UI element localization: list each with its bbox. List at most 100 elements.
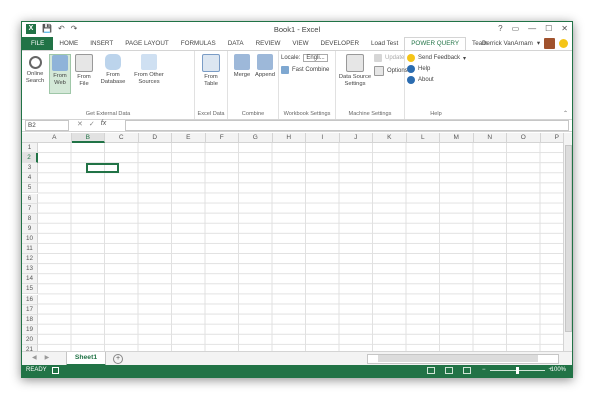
row-header[interactable]: 6 xyxy=(22,193,38,204)
column-header[interactable]: E xyxy=(172,133,206,143)
row-header[interactable]: 8 xyxy=(22,213,38,224)
row-header[interactable]: 9 xyxy=(22,223,38,234)
merge-button[interactable]: Merge xyxy=(231,54,253,79)
prev-sheet-icon[interactable]: ◀ xyxy=(32,354,37,361)
row-header[interactable]: 1 xyxy=(22,143,38,154)
page-break-view-icon[interactable] xyxy=(463,367,471,374)
column-header[interactable]: G xyxy=(239,133,273,143)
page-layout-view-icon[interactable] xyxy=(445,367,453,374)
column-header[interactable]: L xyxy=(406,133,440,143)
from-file-button[interactable]: From File xyxy=(72,54,96,88)
row-header[interactable]: 4 xyxy=(22,173,38,184)
tab-file[interactable]: FILE xyxy=(22,37,54,50)
tab-load-test[interactable]: Load Test xyxy=(365,37,404,50)
next-sheet-icon[interactable]: ▶ xyxy=(45,354,50,361)
zoom-out-button[interactable]: − xyxy=(482,367,486,373)
column-header[interactable]: K xyxy=(373,133,407,143)
column-header[interactable]: B xyxy=(71,133,105,143)
locale-dropdown[interactable]: Engli... xyxy=(303,54,328,62)
enter-icon[interactable]: ✓ xyxy=(89,120,95,128)
row-header[interactable]: 20 xyxy=(22,334,38,345)
row-header[interactable]: 10 xyxy=(22,233,38,244)
chevron-down-icon[interactable]: ▾ xyxy=(537,40,540,47)
zoom-level[interactable]: 100% xyxy=(551,367,566,373)
row-header[interactable]: 3 xyxy=(22,163,38,174)
column-header[interactable]: A xyxy=(38,133,72,143)
append-button[interactable]: Append xyxy=(254,54,276,79)
cancel-icon[interactable]: ✕ xyxy=(77,120,83,128)
column-header[interactable]: C xyxy=(105,133,139,143)
vertical-scroll-thumb[interactable] xyxy=(565,145,572,332)
horizontal-scrollbar[interactable] xyxy=(367,354,559,364)
select-all-corner[interactable] xyxy=(22,133,39,143)
row-header[interactable]: 7 xyxy=(22,203,38,214)
row-header[interactable]: 15 xyxy=(22,284,38,295)
row-header[interactable]: 16 xyxy=(22,294,38,305)
horizontal-scroll-thumb[interactable] xyxy=(378,355,538,362)
avatar[interactable] xyxy=(544,38,555,49)
formula-input[interactable] xyxy=(125,120,569,131)
cell-area[interactable] xyxy=(38,143,564,351)
column-header[interactable]: I xyxy=(306,133,340,143)
column-header[interactable]: O xyxy=(507,133,541,143)
zoom-slider[interactable]: − + xyxy=(482,366,552,374)
about-button[interactable]: About xyxy=(407,76,434,84)
row-header[interactable]: 17 xyxy=(22,304,38,315)
close-button[interactable]: ✕ xyxy=(561,24,568,33)
user-name[interactable]: Derrick VanArnam xyxy=(482,40,533,47)
column-header[interactable]: D xyxy=(138,133,172,143)
update-button[interactable]: Update xyxy=(374,54,404,62)
zoom-knob[interactable] xyxy=(515,366,519,374)
selected-cell[interactable] xyxy=(86,163,119,173)
insert-function-icon[interactable]: fx xyxy=(101,120,106,128)
tab-data[interactable]: DATA xyxy=(222,37,250,50)
user-account[interactable]: Derrick VanArnam ▾ xyxy=(482,37,568,50)
from-web-button[interactable]: From Web xyxy=(49,54,71,94)
zoom-track[interactable] xyxy=(489,366,545,374)
tab-review[interactable]: REVIEW xyxy=(250,37,287,50)
macro-record-icon[interactable] xyxy=(52,367,59,374)
tab-developer[interactable]: DEVELOPER xyxy=(315,37,366,50)
tab-formulas[interactable]: FORMULAS xyxy=(175,37,222,50)
row-header[interactable]: 2 xyxy=(22,153,38,164)
from-database-button[interactable]: From Database xyxy=(98,54,128,86)
row-header[interactable]: 14 xyxy=(22,274,38,285)
row-header[interactable]: 5 xyxy=(22,183,38,194)
name-box[interactable]: B2 xyxy=(25,120,69,131)
options-button[interactable]: Options xyxy=(374,66,408,76)
sheet-navigation: ◀ ▶ xyxy=(32,354,49,361)
row-header[interactable]: 12 xyxy=(22,254,38,265)
column-header[interactable]: H xyxy=(272,133,306,143)
from-other-sources-button[interactable]: From Other Sources xyxy=(130,54,168,86)
minimize-button[interactable]: — xyxy=(528,24,536,33)
data-source-settings-button[interactable]: Data Source Settings xyxy=(338,54,372,88)
from-table-button[interactable]: From Table xyxy=(200,54,222,88)
ribbon-display-icon[interactable]: ▭ xyxy=(512,24,520,33)
fast-combine-button[interactable]: Fast Combine xyxy=(281,66,329,74)
row-header[interactable]: 11 xyxy=(22,244,38,255)
tab-page-layout[interactable]: PAGE LAYOUT xyxy=(119,37,175,50)
sheet-tab[interactable]: Sheet1 xyxy=(66,352,106,366)
help-button[interactable]: Help xyxy=(407,65,430,73)
column-header[interactable]: N xyxy=(473,133,507,143)
online-search-button[interactable]: Online Search xyxy=(24,54,46,85)
tab-power-query[interactable]: POWER QUERY xyxy=(404,37,467,50)
row-header[interactable]: 19 xyxy=(22,324,38,335)
row-header[interactable]: 18 xyxy=(22,314,38,325)
row-header[interactable]: 13 xyxy=(22,264,38,275)
vertical-scrollbar[interactable] xyxy=(563,133,572,351)
column-header[interactable]: M xyxy=(440,133,474,143)
tab-view[interactable]: VIEW xyxy=(286,37,314,50)
collapse-ribbon-icon[interactable]: ⌃ xyxy=(563,110,568,117)
column-header[interactable]: F xyxy=(205,133,239,143)
column-header[interactable]: J xyxy=(339,133,373,143)
tab-home[interactable]: HOME xyxy=(53,37,84,50)
add-sheet-button[interactable]: + xyxy=(113,354,123,364)
group-help: Send Feedback ▾ Help About Help xyxy=(405,51,467,119)
normal-view-icon[interactable] xyxy=(427,367,435,374)
maximize-button[interactable]: ☐ xyxy=(545,24,552,33)
tab-insert[interactable]: INSERT xyxy=(84,37,119,50)
send-feedback-button[interactable]: Send Feedback ▾ xyxy=(407,54,466,62)
smiley-feedback-icon[interactable] xyxy=(559,39,568,48)
help-icon[interactable]: ? xyxy=(498,24,502,33)
